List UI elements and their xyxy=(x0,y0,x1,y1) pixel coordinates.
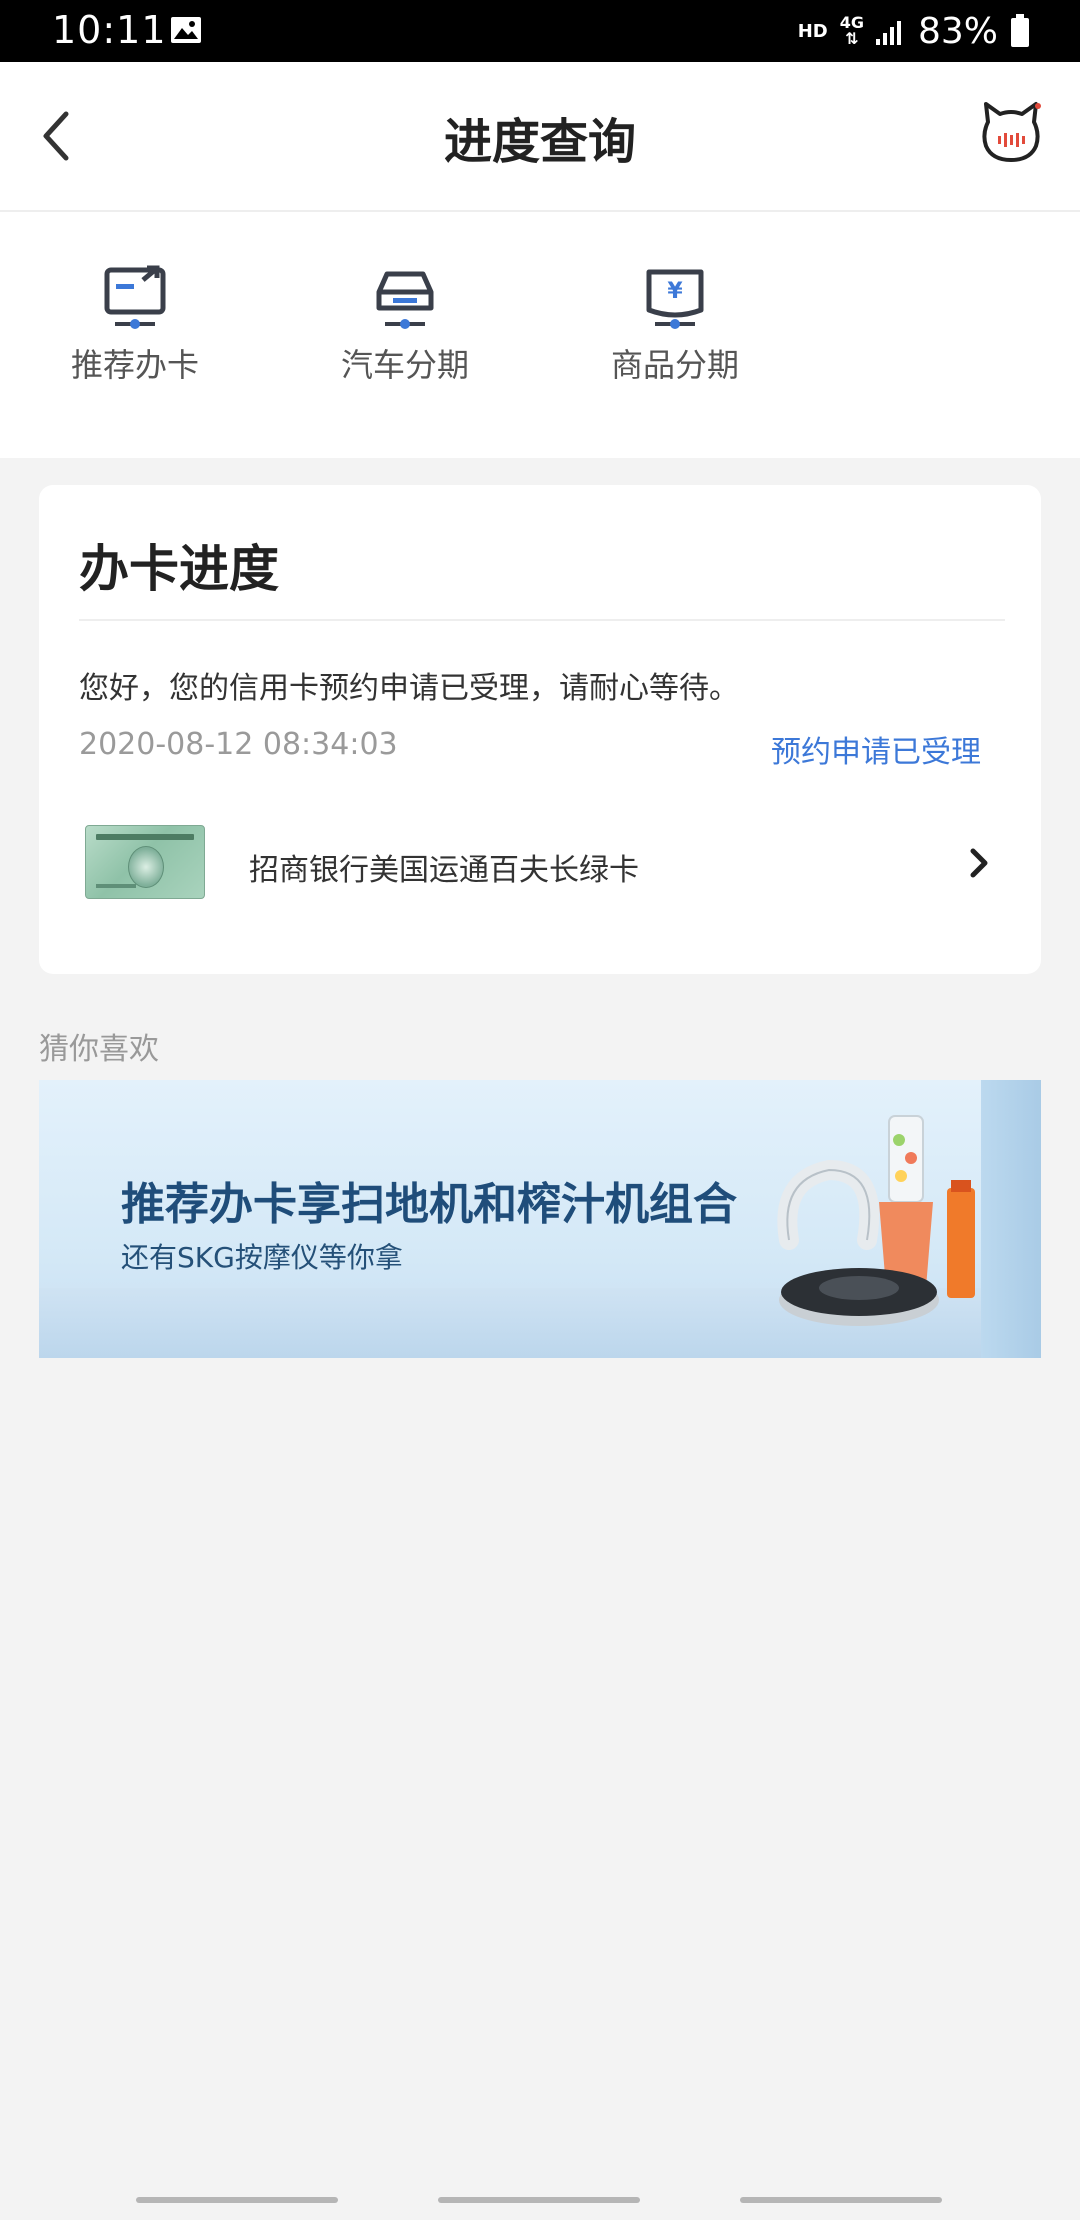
image-notification-icon xyxy=(171,17,201,43)
credit-card-row[interactable]: 招商银行美国运通百夫长绿卡 xyxy=(79,825,1001,905)
progress-message: 您好，您的信用卡预约申请已受理，请耐心等待。 xyxy=(79,671,739,706)
card-thumb-line xyxy=(96,884,136,888)
tab-label: 推荐办卡 xyxy=(70,346,199,384)
battery-icon xyxy=(1011,14,1029,47)
car-icon xyxy=(376,271,434,329)
divider xyxy=(79,619,1005,621)
nav-recent-apps[interactable] xyxy=(136,2197,338,2203)
svg-text:¥: ¥ xyxy=(667,279,683,304)
tab-car-installment[interactable]: 汽车分期 xyxy=(305,262,505,386)
tab-recommend-card[interactable]: 推荐办卡 xyxy=(35,262,235,386)
quick-tabs: 推荐办卡 汽车分期 ¥ 商品分期 xyxy=(0,212,1080,458)
card-thumb-brand-stripe xyxy=(96,834,194,840)
banner-subtitle: 还有SKG按摩仪等你拿 xyxy=(121,1241,403,1274)
tab-goods-installment[interactable]: ¥ 商品分期 xyxy=(575,262,775,386)
network-indicator: 4G ⇅ xyxy=(839,13,864,48)
network-type: 4G xyxy=(839,13,864,32)
hd-indicator: HD xyxy=(797,20,828,42)
cat-mascot-icon[interactable] xyxy=(980,100,1042,166)
yuan-box-icon: ¥ xyxy=(646,269,704,329)
status-bar: 10:11 HD 4G ⇅ 83% xyxy=(0,0,1080,62)
tab-label: 商品分期 xyxy=(610,346,739,384)
promo-banner[interactable]: 推荐办卡享扫地机和榨汁机组合 还有SKG按摩仪等你拿 xyxy=(39,1080,1041,1358)
status-indicators: HD 4G ⇅ 83% xyxy=(798,8,1030,54)
tab-label: 汽车分期 xyxy=(340,346,469,384)
page-title: 进度查询 xyxy=(443,114,636,170)
banner-headline: 推荐办卡享扫地机和榨汁机组合 xyxy=(121,1179,737,1230)
chevron-right-icon xyxy=(970,848,988,878)
progress-timestamp: 2020-08-12 08:34:03 xyxy=(79,727,398,762)
recommend-card-icon xyxy=(104,265,166,329)
header: 进度查询 xyxy=(0,62,1080,212)
status-time: 10:11 xyxy=(52,8,167,52)
card-progress-title: 办卡进度 xyxy=(79,540,279,598)
signal-icon xyxy=(875,21,901,45)
recommend-section-title: 猜你喜欢 xyxy=(39,1032,159,1067)
nav-back[interactable] xyxy=(740,2197,942,2203)
progress-status-link[interactable]: 预约申请已受理 xyxy=(771,727,981,771)
card-progress-panel: 办卡进度 您好，您的信用卡预约申请已受理，请耐心等待。 2020-08-12 0… xyxy=(39,485,1041,974)
nav-home[interactable] xyxy=(438,2197,640,2203)
credit-card-thumbnail xyxy=(85,825,205,899)
banner-products-image xyxy=(777,1115,975,1326)
credit-card-name: 招商银行美国运通百夫长绿卡 xyxy=(249,853,639,888)
card-thumb-centurion xyxy=(128,846,164,888)
battery-percent: 83% xyxy=(917,10,998,52)
